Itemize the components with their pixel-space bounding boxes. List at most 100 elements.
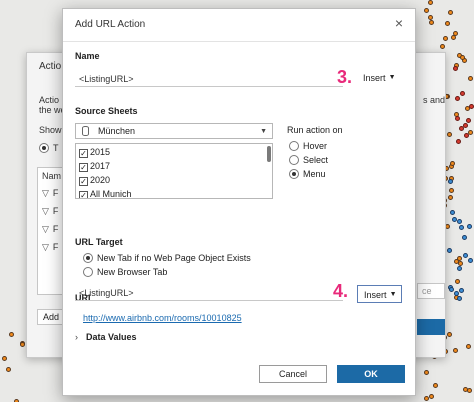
sheet-item[interactable]: ✓ 2017 (79, 160, 110, 173)
url-target-new-tab-radio[interactable]: New Tab if no Web Page Object Exists (83, 253, 251, 265)
map-point (468, 258, 473, 263)
dialog-title: Add URL Action (75, 19, 146, 30)
run-action-label: Run action on (287, 125, 343, 135)
map-point (450, 210, 455, 215)
run-on-menu-radio[interactable]: Menu (289, 169, 326, 181)
map-point (445, 21, 450, 26)
source-sheets-label: Source Sheets (75, 106, 138, 116)
ok-button[interactable]: OK (337, 365, 405, 383)
sheets-list: ✓ 2015 ✓ 2017 ✓ 2020 ✓ All Munich (75, 143, 273, 199)
chevron-down-icon: ▼ (260, 128, 267, 135)
radio-icon (289, 141, 299, 151)
background-actions-table: Nam ▽ F ▽ F ▽ F ▽ F (37, 167, 63, 295)
sheet-item[interactable]: ✓ All Munich (79, 188, 132, 198)
map-point (457, 219, 462, 224)
map-point (448, 195, 453, 200)
map-point (469, 104, 474, 109)
map-point (456, 139, 461, 144)
step-3-annotation: 3. (337, 67, 353, 87)
background-table-header: Nam (42, 171, 62, 181)
map-point (443, 36, 448, 41)
map-point (463, 253, 468, 258)
background-table-row[interactable]: ▽ F (42, 242, 58, 253)
url-preview-link[interactable]: http://www.airbnb.com/rooms/10010825 (83, 313, 242, 323)
run-on-hover-radio[interactable]: Hover (289, 141, 327, 153)
checkbox-checked-icon[interactable]: ✓ (79, 163, 88, 172)
map-point (464, 133, 469, 138)
map-point (429, 394, 434, 399)
close-icon[interactable]: × (391, 15, 407, 31)
map-point (457, 266, 462, 271)
map-point (440, 44, 445, 49)
map-point (453, 348, 458, 353)
map-point (460, 91, 465, 96)
map-point (448, 10, 453, 15)
name-input[interactable] (75, 71, 343, 87)
background-dialog-text: Actio (39, 95, 60, 105)
map-point (447, 332, 452, 337)
radio-icon (83, 267, 93, 277)
sheets-list-scrollbar[interactable] (267, 146, 271, 162)
map-point (459, 225, 464, 230)
map-point (424, 396, 429, 401)
background-field-right: ce (417, 283, 445, 299)
sheet-item[interactable]: ✓ 2015 (79, 146, 110, 159)
checkbox-checked-icon[interactable]: ✓ (79, 191, 88, 198)
map-point (455, 96, 460, 101)
name-label: Name (75, 51, 100, 61)
chevron-down-icon: ▼ (389, 291, 397, 298)
title-divider (63, 41, 415, 42)
map-point (466, 344, 471, 349)
map-point (459, 288, 464, 293)
map-point (429, 20, 434, 25)
map-point (463, 387, 468, 392)
background-radio[interactable]: T (39, 143, 59, 153)
map-point (447, 248, 452, 253)
map-point (457, 256, 462, 261)
url-target-new-browser-tab-radio[interactable]: New Browser Tab (83, 267, 167, 279)
map-point (455, 279, 460, 284)
checkbox-checked-icon[interactable]: ✓ (79, 149, 88, 158)
chevron-right-icon: › (75, 332, 78, 342)
name-insert-button[interactable]: Insert ▼ (357, 69, 400, 87)
background-ok-button[interactable] (417, 319, 445, 335)
background-show-label: Show (39, 125, 62, 135)
cancel-button[interactable]: Cancel (259, 365, 327, 383)
url-target-label: URL Target (75, 237, 123, 247)
sheet-item[interactable]: ✓ 2020 (79, 174, 110, 187)
filter-icon: ▽ (42, 188, 49, 198)
map-point (428, 0, 433, 5)
step-4-annotation: 4. (333, 281, 349, 301)
map-point (453, 66, 458, 71)
map-point (6, 367, 11, 372)
background-table-row[interactable]: ▽ F (42, 188, 58, 199)
radio-selected-icon (83, 253, 93, 263)
map-point (424, 370, 429, 375)
map-point (447, 132, 452, 137)
checkbox-checked-icon[interactable]: ✓ (79, 177, 88, 186)
radio-icon (289, 155, 299, 165)
source-sheets-select[interactable]: München ▼ (75, 123, 273, 139)
background-dialog-title: Actio (39, 61, 62, 72)
filter-icon: ▽ (42, 242, 49, 252)
map-point (428, 15, 433, 20)
map-point (449, 188, 454, 193)
map-point (468, 76, 473, 81)
map-point (457, 296, 462, 301)
filter-icon: ▽ (42, 224, 49, 234)
map-point (424, 8, 429, 13)
database-icon (82, 126, 89, 136)
background-add-button[interactable]: Add (37, 309, 63, 325)
map-point (449, 287, 454, 292)
run-on-select-radio[interactable]: Select (289, 155, 328, 167)
map-point (455, 116, 460, 121)
url-insert-button[interactable]: Insert ▼ (357, 285, 402, 303)
background-table-row[interactable]: ▽ F (42, 206, 58, 217)
map-point (9, 332, 14, 337)
map-point (20, 342, 25, 347)
background-dialog-text-right: s and (423, 95, 446, 105)
url-input[interactable] (75, 285, 343, 301)
map-point (462, 235, 467, 240)
background-table-row[interactable]: ▽ F (42, 224, 58, 235)
data-values-expander[interactable]: › Data Values (75, 332, 137, 342)
